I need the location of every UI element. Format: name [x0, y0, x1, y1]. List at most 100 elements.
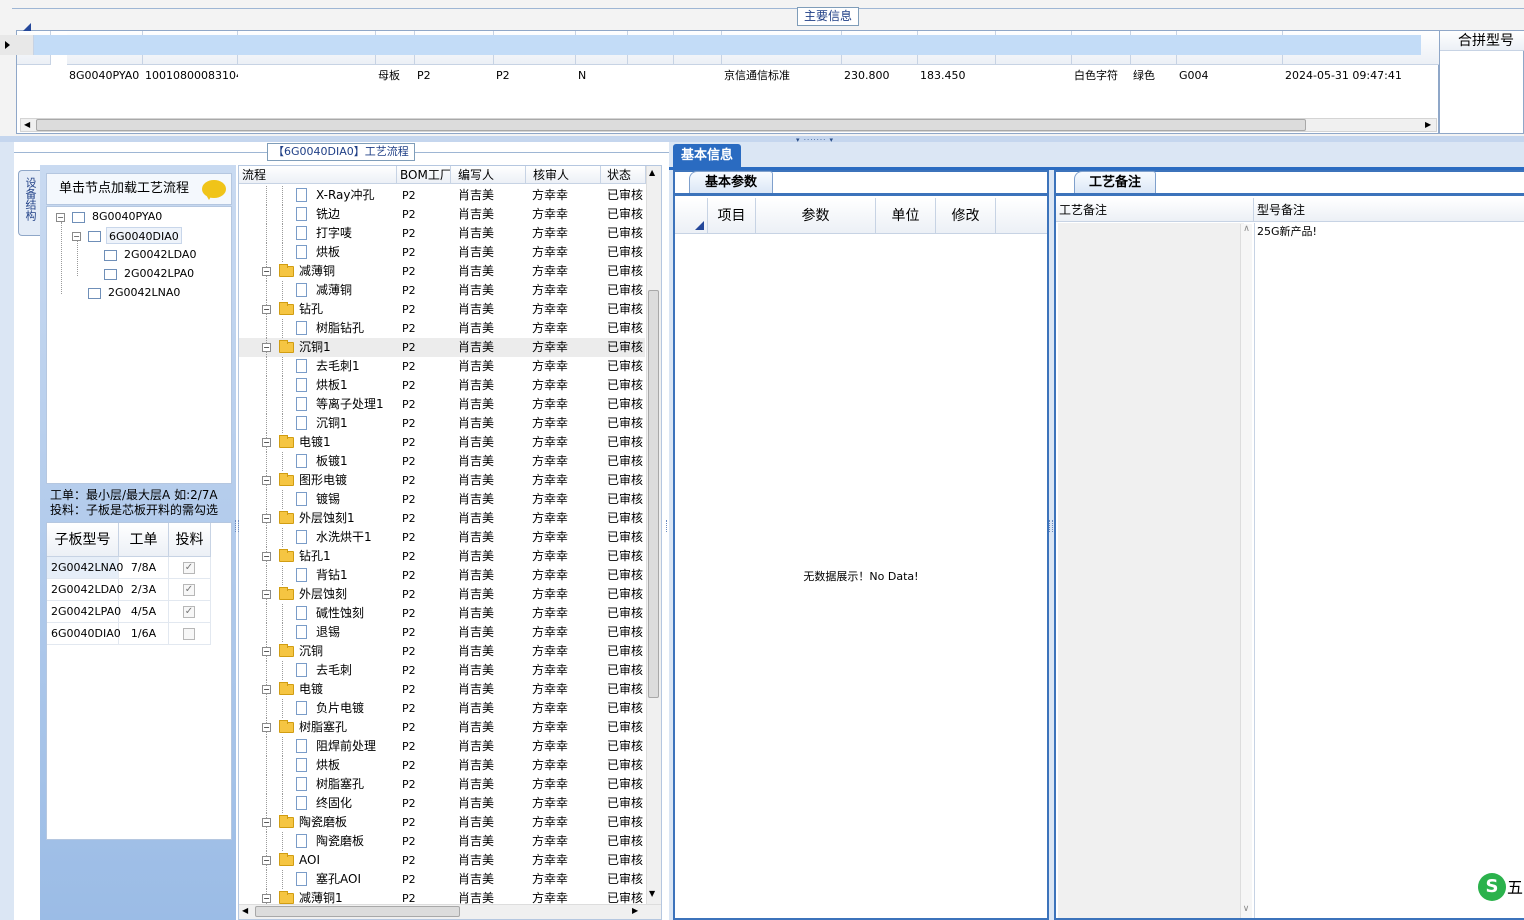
tree-node[interactable]: 2G0042LDA0 — [124, 246, 196, 263]
tree-collapse-icon[interactable]: − — [262, 685, 271, 694]
tree-collapse-icon[interactable]: − — [72, 232, 81, 241]
flow-row[interactable]: 退锡 P2 肖吉美 方幸幸 已审核 — [239, 623, 645, 642]
main-cell-6[interactable]: N — [576, 66, 628, 86]
tree-node-selected[interactable]: 6G0040DIA0 — [106, 227, 182, 244]
flow-row[interactable]: 背钻1 P2 肖吉美 方幸幸 已审核 — [239, 566, 645, 585]
flow-row[interactable]: − 外层蚀刻1 P2 肖吉美 方幸幸 已审核 — [239, 509, 645, 528]
tab-process-remark[interactable]: 工艺备注 — [1074, 171, 1156, 193]
tab-basic-params[interactable]: 基本参数 — [689, 171, 773, 193]
flow-col-bom[interactable]: BOM工厂 — [397, 166, 451, 184]
flow-col-writer[interactable]: 编写人 — [451, 166, 526, 184]
flow-row[interactable]: − AOI P2 肖吉美 方幸幸 已审核 — [239, 851, 645, 870]
tree-collapse-icon[interactable]: − — [262, 894, 271, 903]
tree-node-root[interactable]: 8G0040PYA0 — [92, 208, 162, 225]
main-cell-9[interactable]: 京信通信标准 — [722, 66, 842, 86]
param-col-edit[interactable]: 修改 — [936, 198, 996, 234]
flow-row[interactable]: − 钻孔 P2 肖吉美 方幸幸 已审核 — [239, 300, 645, 319]
main-cell-0[interactable]: 8G0040PYA0 — [67, 66, 143, 86]
main-cell-14[interactable]: 绿色 — [1131, 66, 1177, 86]
flow-col-process[interactable]: 流程 — [239, 166, 397, 184]
flow-row[interactable]: − 电镀1 P2 肖吉美 方幸幸 已审核 — [239, 433, 645, 452]
tree-collapse-icon[interactable]: − — [262, 438, 271, 447]
flow-row[interactable]: − 减薄铜 P2 肖吉美 方幸幸 已审核 — [239, 262, 645, 281]
feed-checkbox[interactable]: ✓ — [183, 606, 195, 618]
tree-collapse-icon[interactable]: − — [262, 343, 271, 352]
flow-row[interactable]: − 陶瓷磨板 P2 肖吉美 方幸幸 已审核 — [239, 813, 645, 832]
flow-row[interactable]: − 钻孔1 P2 肖吉美 方幸幸 已审核 — [239, 547, 645, 566]
flow-row[interactable]: − 树脂塞孔 P2 肖吉美 方幸幸 已审核 — [239, 718, 645, 737]
main-cell-2[interactable] — [238, 66, 376, 86]
tree-collapse-icon[interactable]: − — [262, 647, 271, 656]
sub-col-order[interactable]: 工单 — [119, 523, 169, 557]
tree-collapse-icon[interactable]: − — [262, 818, 271, 827]
tree-node[interactable]: 2G0042LPA0 — [124, 265, 194, 282]
flow-row[interactable]: 板镀1 P2 肖吉美 方幸幸 已审核 — [239, 452, 645, 471]
flow-col-status[interactable]: 状态 — [601, 166, 646, 184]
main-cell-1[interactable]: 10010800083104 — [143, 66, 238, 86]
scroll-up-icon[interactable]: ▲ — [649, 168, 655, 178]
flow-row[interactable]: 负片电镀 P2 肖吉美 方幸幸 已审核 — [239, 699, 645, 718]
side-tab-structure[interactable]: 设备结构 — [18, 170, 40, 236]
sub-col-feed[interactable]: 投料 — [169, 523, 211, 557]
flow-row[interactable]: 烘板1 P2 肖吉美 方幸幸 已审核 — [239, 376, 645, 395]
flow-hscroll-thumb[interactable] — [255, 906, 460, 917]
feed-checkbox[interactable]: ✓ — [183, 584, 195, 596]
tree-collapse-icon[interactable]: − — [262, 267, 271, 276]
main-cell-4[interactable]: P2 — [415, 66, 494, 86]
flow-row[interactable]: 减薄铜 P2 肖吉美 方幸幸 已审核 — [239, 281, 645, 300]
tree-collapse-icon[interactable]: − — [56, 213, 65, 222]
tree-node[interactable]: 2G0042LNA0 — [108, 284, 180, 301]
wps-logo-icon[interactable]: S — [1478, 873, 1506, 901]
merge-model-header[interactable]: 合拼型号 — [1440, 31, 1524, 51]
main-cell-8[interactable] — [674, 66, 722, 86]
sub-row-model[interactable]: 2G0042LNA0 — [47, 557, 123, 579]
param-col-item[interactable]: 项目 — [708, 198, 756, 234]
flow-row[interactable]: 去毛刺1 P2 肖吉美 方幸幸 已审核 — [239, 357, 645, 376]
splitter-grip-icon[interactable] — [1049, 520, 1053, 532]
flow-row[interactable]: 去毛刺 P2 肖吉美 方幸幸 已审核 — [239, 661, 645, 680]
process-remark-textbox[interactable] — [1058, 223, 1244, 918]
model-remark-text[interactable]: 25G新产品! — [1257, 224, 1317, 240]
tree-collapse-icon[interactable]: − — [262, 305, 271, 314]
feed-checkbox[interactable] — [183, 628, 195, 640]
main-cell-11[interactable]: 183.450 — [918, 66, 996, 86]
flow-row[interactable]: − 外层蚀刻 P2 肖吉美 方幸幸 已审核 — [239, 585, 645, 604]
flow-row[interactable]: 镀锡 P2 肖吉美 方幸幸 已审核 — [239, 490, 645, 509]
main-cell-7[interactable] — [628, 66, 674, 86]
main-cell-12[interactable] — [996, 66, 1072, 86]
flow-row[interactable]: − 沉铜1 P2 肖吉美 方幸幸 已审核 — [239, 338, 645, 357]
flow-row[interactable]: 阻焊前处理 P2 肖吉美 方幸幸 已审核 — [239, 737, 645, 756]
flow-row[interactable]: 烘板 P2 肖吉美 方幸幸 已审核 — [239, 243, 645, 262]
flow-row[interactable]: 碱性蚀刻 P2 肖吉美 方幸幸 已审核 — [239, 604, 645, 623]
tree-collapse-icon[interactable]: − — [262, 723, 271, 732]
feed-checkbox[interactable]: ✓ — [183, 562, 195, 574]
flow-row[interactable]: − 电镀 P2 肖吉美 方幸幸 已审核 — [239, 680, 645, 699]
flow-row[interactable]: 铣边 P2 肖吉美 方幸幸 已审核 — [239, 205, 645, 224]
flow-row[interactable]: 等离子处理1 P2 肖吉美 方幸幸 已审核 — [239, 395, 645, 414]
scroll-down-icon[interactable]: ∨ — [1240, 904, 1252, 914]
flow-row[interactable]: 终固化 P2 肖吉美 方幸幸 已审核 — [239, 794, 645, 813]
main-cell-13[interactable]: 白色字符 — [1072, 66, 1131, 86]
scroll-up-icon[interactable]: ∧ — [1241, 224, 1252, 234]
sub-col-model[interactable]: 子板型号 — [47, 523, 119, 557]
flow-row[interactable]: 沉铜1 P2 肖吉美 方幸幸 已审核 — [239, 414, 645, 433]
flow-row[interactable]: 水洗烘干1 P2 肖吉美 方幸幸 已审核 — [239, 528, 645, 547]
scroll-down-icon[interactable]: ▼ — [649, 889, 655, 899]
tree-collapse-icon[interactable]: − — [262, 856, 271, 865]
flow-row[interactable]: X-Ray冲孔 P2 肖吉美 方幸幸 已审核 — [239, 186, 645, 205]
flow-col-reviewer[interactable]: 核审人 — [526, 166, 601, 184]
tree-collapse-icon[interactable]: − — [262, 590, 271, 599]
tree-collapse-icon[interactable]: − — [262, 476, 271, 485]
sub-row-order[interactable]: 1/6A — [119, 623, 169, 645]
param-col-value[interactable]: 参数 — [756, 198, 876, 234]
sub-row-order[interactable]: 7/8A — [119, 557, 169, 579]
sub-row-order[interactable]: 2/3A — [119, 579, 169, 601]
param-col-unit[interactable]: 单位 — [876, 198, 936, 234]
main-cell-3[interactable]: 母板 — [376, 66, 415, 86]
flow-row[interactable]: 塞孔AOI P2 肖吉美 方幸幸 已审核 — [239, 870, 645, 889]
flow-row[interactable]: − 沉铜 P2 肖吉美 方幸幸 已审核 — [239, 642, 645, 661]
tab-basic-info[interactable]: 基本信息 — [673, 144, 741, 168]
remark-vscrollbar[interactable]: ∧ — [1240, 224, 1252, 918]
splitter-grip-icon[interactable] — [235, 520, 239, 532]
scroll-right-icon[interactable]: ▶ — [632, 906, 638, 916]
